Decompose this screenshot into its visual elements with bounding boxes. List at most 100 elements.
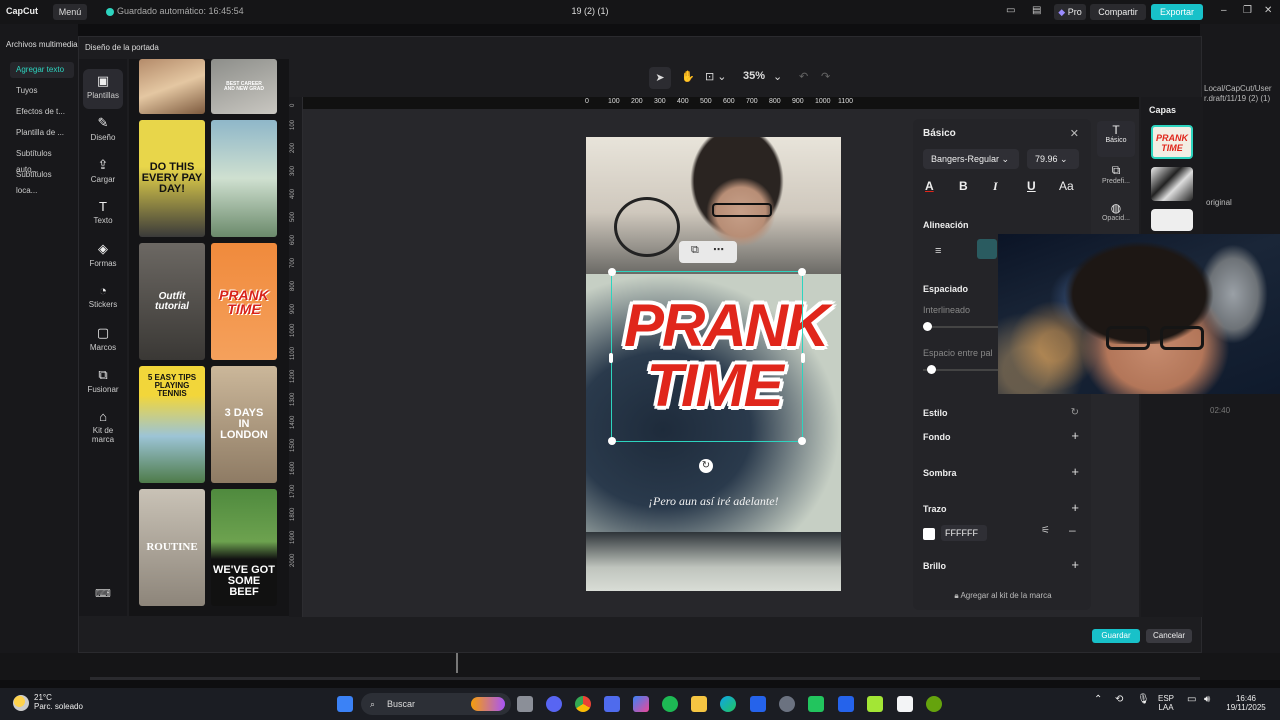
maximize-icon[interactable]: ❐	[1243, 5, 1252, 16]
template-card[interactable]	[211, 120, 277, 237]
font-select[interactable]: Bangers-Regular ⌄	[923, 149, 1019, 169]
export-button[interactable]: Exportar	[1151, 4, 1203, 20]
weather-widget[interactable]: 21°C Parc. soleado	[34, 693, 83, 711]
hand-tool-icon[interactable]: ✋	[681, 70, 695, 83]
sync-icon[interactable]: ⟲	[1115, 694, 1123, 705]
tab-opacity[interactable]: ◍ Opacid...	[1097, 199, 1135, 235]
nav-brand-kit[interactable]: ⌂ Kit de marca	[83, 405, 123, 455]
folder-icon[interactable]	[691, 696, 707, 712]
poster-subtitle[interactable]: ¡Pero aun así iré adelante!	[586, 494, 841, 509]
app-icon[interactable]	[867, 696, 883, 712]
zoom-level[interactable]: 35%	[743, 70, 765, 82]
menu-button[interactable]: Menú	[53, 4, 87, 20]
resize-handle[interactable]	[801, 353, 805, 363]
template-card[interactable]: PRANK TIME	[211, 243, 277, 360]
bg-item[interactable]: Agregar texto	[10, 62, 74, 78]
slider-knob[interactable]	[923, 322, 932, 331]
xbox-icon[interactable]	[926, 696, 942, 712]
bg-item[interactable]: Tuyos	[10, 83, 74, 99]
underline-icon[interactable]: U	[1027, 179, 1036, 193]
bold-icon[interactable]: B	[959, 179, 968, 193]
add-to-brand-kit-button[interactable]: 🔒︎ Agregar al kit de la marca	[923, 591, 1083, 601]
share-button[interactable]: Compartir	[1090, 4, 1146, 20]
save-button[interactable]: Guardar	[1092, 629, 1140, 643]
adjust-icon[interactable]: ⚟	[1041, 525, 1050, 536]
add-stroke-icon[interactable]: +	[1071, 500, 1079, 515]
weather-icon[interactable]	[13, 695, 29, 711]
font-size-select[interactable]: 79.96 ⌄	[1027, 149, 1079, 169]
template-card[interactable]	[139, 59, 205, 114]
tab-basic[interactable]: T Básico	[1097, 121, 1135, 157]
layer-background[interactable]	[1151, 209, 1193, 231]
case-icon[interactable]: Aa	[1059, 179, 1074, 193]
media-tab[interactable]: Archivos multimedia	[6, 40, 78, 49]
nav-stickers[interactable]: ◔ Stickers	[83, 279, 123, 319]
redo-icon[interactable]: ↷	[821, 70, 830, 83]
store-icon[interactable]	[604, 696, 620, 712]
tab-presets[interactable]: ⧉ Predefi...	[1097, 161, 1135, 197]
stroke-color-swatch[interactable]	[923, 528, 935, 540]
template-card[interactable]: ROUTINE	[139, 489, 205, 606]
start-icon[interactable]	[337, 696, 353, 712]
nav-text[interactable]: T Texto	[83, 195, 123, 235]
close-icon[interactable]: ✕	[1070, 127, 1079, 140]
pro-button[interactable]: ◆ Pro	[1054, 4, 1086, 20]
chrome-icon[interactable]	[575, 696, 591, 712]
selection-box[interactable]	[608, 268, 806, 445]
outlook-icon[interactable]	[750, 696, 766, 712]
close-window-icon[interactable]: ✕	[1264, 5, 1272, 16]
cancel-button[interactable]: Cancelar	[1146, 629, 1192, 643]
template-card[interactable]: DO THIS EVERY PAY DAY!	[139, 120, 205, 237]
nav-frames[interactable]: ▢ Marcos	[83, 321, 123, 361]
resize-handle[interactable]	[798, 437, 806, 445]
steam-icon[interactable]	[779, 696, 795, 712]
nav-shapes[interactable]: ◈ Formas	[83, 237, 123, 277]
add-shadow-icon[interactable]: +	[1071, 464, 1079, 479]
italic-icon[interactable]: I	[993, 179, 998, 194]
zoom-dropdown-icon[interactable]: ⌄	[773, 70, 782, 83]
duplicate-icon[interactable]: ⧉	[691, 244, 699, 257]
remove-stroke-icon[interactable]: –	[1069, 523, 1076, 537]
layer-image[interactable]	[1151, 167, 1193, 201]
resize-handle[interactable]	[798, 268, 806, 276]
template-card[interactable]: 5 EASY TIPS PLAYING TENNIS	[139, 366, 205, 483]
tray-chevron-icon[interactable]: ⌃	[1094, 694, 1102, 705]
discord-icon[interactable]	[546, 696, 562, 712]
minimize-icon[interactable]: –	[1221, 5, 1227, 16]
nav-merge[interactable]: ⧉ Fusionar	[83, 363, 123, 403]
spotify-icon[interactable]	[662, 696, 678, 712]
edge-icon[interactable]	[720, 696, 736, 712]
nav-design[interactable]: ✎ Diseño	[83, 111, 123, 151]
clock[interactable]: 16:46 19/11/2025	[1222, 694, 1270, 712]
capcut-icon[interactable]	[897, 696, 913, 712]
shortcuts-icon[interactable]: ▤	[1032, 5, 1041, 16]
network-icon[interactable]: ▭	[1187, 694, 1196, 705]
template-card[interactable]: BEST CAREER AND NEW GRAD	[211, 59, 277, 114]
align-center-icon[interactable]	[977, 239, 997, 259]
nav-upload[interactable]: ⇪ Cargar	[83, 153, 123, 193]
keyboard-icon[interactable]: ⌨	[95, 587, 111, 600]
resize-handle[interactable]	[608, 437, 616, 445]
template-card[interactable]: 3 DAYS IN LONDON	[211, 366, 277, 483]
sheets-icon[interactable]	[808, 696, 824, 712]
timeline-scrollbar[interactable]	[90, 677, 1200, 680]
stroke-color-input[interactable]: FFFFFF	[941, 525, 987, 541]
language-indicator[interactable]: ESP LAA	[1158, 694, 1174, 712]
reset-icon[interactable]: ↻	[1071, 407, 1079, 418]
slider-knob[interactable]	[927, 365, 936, 374]
volume-icon[interactable]: 🔊︎	[1204, 694, 1210, 705]
aspect-ratio-icon[interactable]: ⊡ ⌄	[705, 70, 727, 83]
task-view-icon[interactable]	[517, 696, 533, 712]
playhead[interactable]	[456, 653, 458, 673]
layer-headline[interactable]: PRANK TIME	[1151, 125, 1193, 159]
resize-handle[interactable]	[608, 268, 616, 276]
todo-icon[interactable]	[838, 696, 854, 712]
more-options-icon[interactable]: ⋯	[713, 243, 724, 256]
rotate-icon[interactable]: ↻	[699, 459, 713, 473]
template-card[interactable]: Outfit tutorial	[139, 243, 205, 360]
copilot-icon[interactable]	[633, 696, 649, 712]
add-background-icon[interactable]: +	[1071, 428, 1079, 443]
bg-item[interactable]: Subtítulos loca...	[10, 167, 74, 195]
nav-templates[interactable]: ▣ Plantillas	[83, 69, 123, 109]
template-card[interactable]: WE'VE GOT SOME BEEF	[211, 489, 277, 606]
